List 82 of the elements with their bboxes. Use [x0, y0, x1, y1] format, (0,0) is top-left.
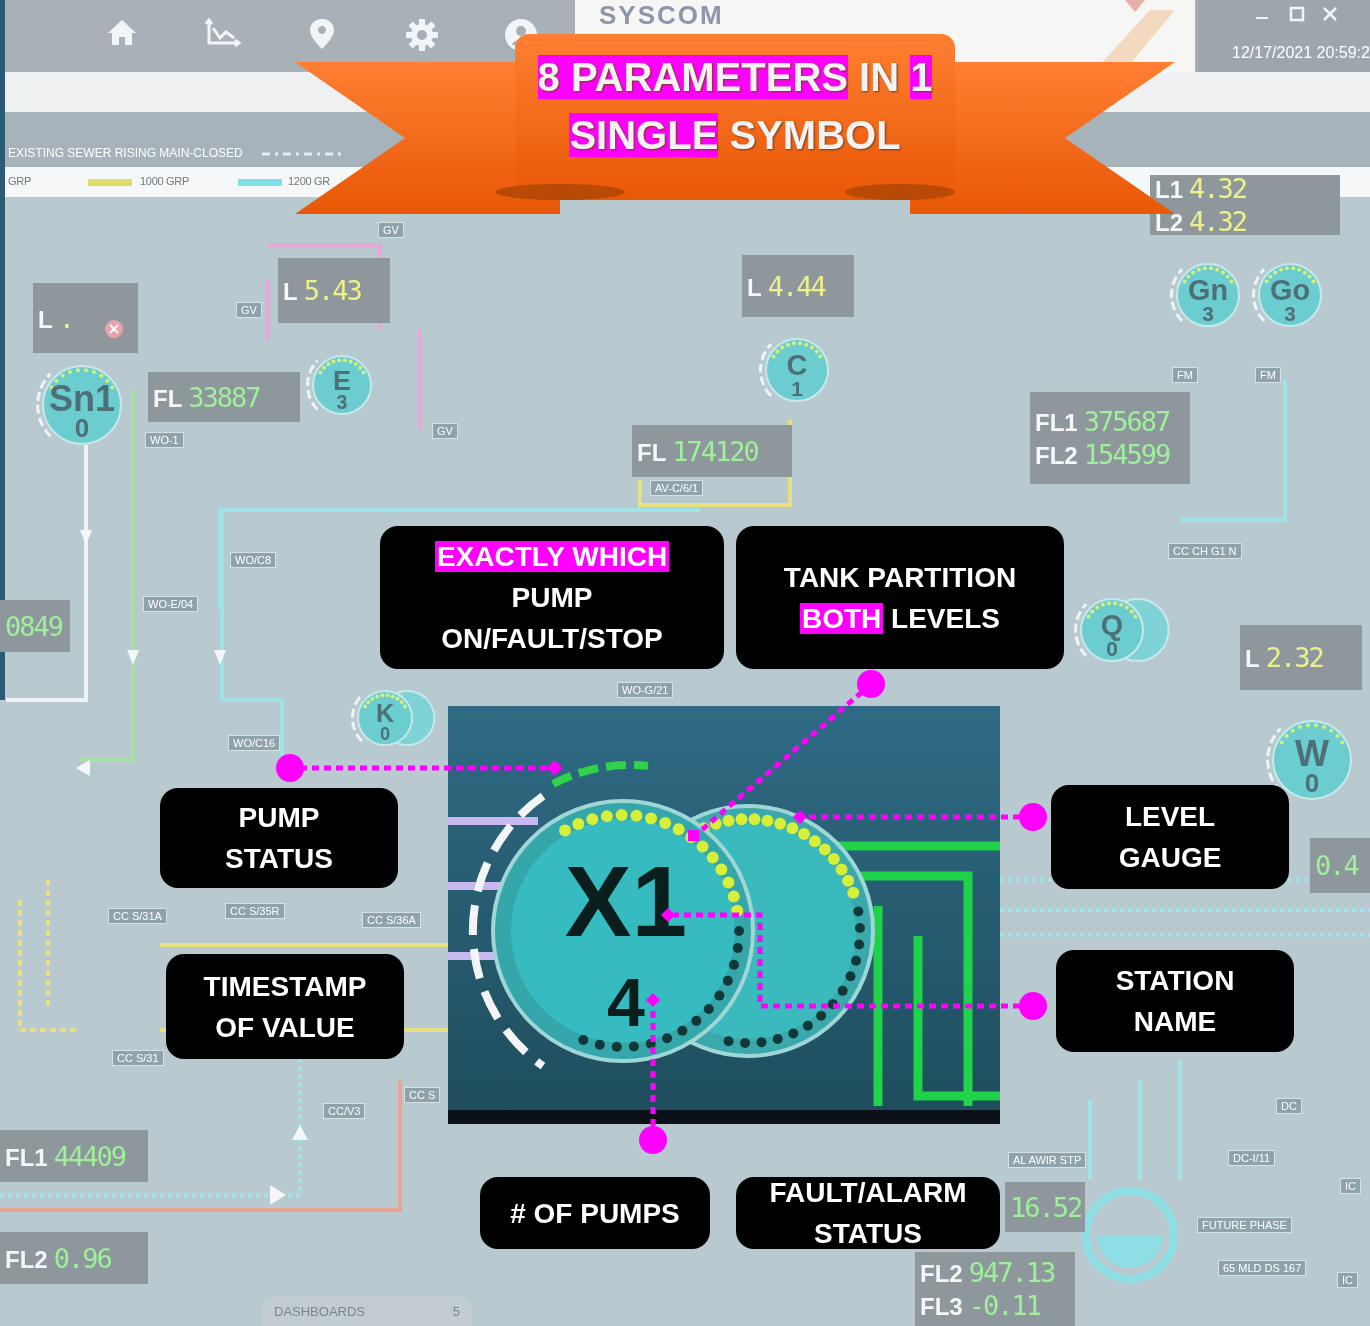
equipment-tag: IC [1337, 1272, 1358, 1288]
equipment-tag: CC S/35R [225, 903, 285, 919]
reading-value: 154599 [1083, 439, 1170, 470]
reading-value: -0.11 [968, 1290, 1040, 1321]
callout-label: TANK PARTITION BOTH LEVELS [736, 526, 1064, 669]
reading-label: L1 [1155, 176, 1183, 204]
equipment-tag: CC/V3 [323, 1103, 366, 1119]
company-logo-text: SYSCOM [599, 0, 724, 30]
reading-value: 4.32 [1189, 173, 1247, 204]
equipment-tag: IC [1340, 1178, 1361, 1194]
banner-title: 8 PARAMETERS IN 1 SINGLE SYMBOL [536, 54, 934, 159]
settings-icon[interactable] [405, 18, 439, 52]
equipment-tag: WO/C8 [230, 552, 277, 568]
reading-value: 375687 [1083, 406, 1170, 437]
legend-label: 1200 GR [288, 175, 330, 187]
dash-dot-line-icon [262, 151, 342, 157]
callout-label: TIMESTAMP OF VALUE [166, 954, 404, 1059]
equipment-tag: CC S/31 [112, 1050, 164, 1066]
pump-count-text: 4 [607, 964, 645, 1040]
legend-text: EXISTING SEWER RISING MAIN-CLOSED [8, 146, 243, 160]
equipment-tag: CC S/36A [362, 912, 421, 928]
equipment-tag: WO/C16 [228, 735, 281, 751]
equipment-tag: CC S [404, 1087, 441, 1103]
callout-label: PUMP STATUS [160, 788, 398, 888]
equipment-tag: GV [378, 222, 404, 238]
callout-label: # OF PUMPS [480, 1177, 710, 1249]
reading-label: L [747, 273, 762, 302]
equipment-tag: GV [432, 423, 458, 439]
alarm-icon [104, 319, 124, 339]
equipment-tag: 65 MLD DS 167 [1218, 1260, 1307, 1276]
reading-label: L [1245, 645, 1260, 673]
reading-label: FL1 [5, 1143, 48, 1172]
clock-text: 12/17/2021 20:59:2 [1232, 44, 1370, 62]
equipment-tag: FM [1172, 367, 1198, 383]
reading-label: FL [637, 438, 667, 467]
reading-value: . [58, 302, 73, 334]
reading-value: 174120 [672, 435, 758, 467]
reading-value: 4.32 [1189, 206, 1247, 237]
equipment-tag: WO-E/04 [143, 596, 199, 612]
callout-label: LEVEL GAUGE [1051, 785, 1289, 889]
equipment-tag: WO-G/21 [617, 682, 674, 698]
equipment-tag: CC S/31A [108, 908, 167, 924]
reading-label: L [38, 305, 53, 334]
reading-label: FL3 [920, 1293, 963, 1321]
equipment-tag: GV [236, 302, 262, 318]
reading-value: 0.96 [53, 1242, 111, 1274]
equipment-tag: FUTURE PHASE [1197, 1217, 1292, 1233]
equipment-tag: DC [1276, 1098, 1302, 1114]
equipment-tag: DC-I/11 [1228, 1150, 1276, 1166]
reading-value: 16.52 [1010, 1191, 1082, 1223]
reading-value: 4.44 [767, 270, 825, 302]
dashboards-tab[interactable]: DASHBOARDS 5 [262, 1296, 472, 1326]
reading-label: L [283, 278, 298, 306]
equipment-tag: FM [1255, 367, 1281, 383]
legend-label: 1000 GRP [140, 175, 189, 187]
home-icon[interactable] [106, 18, 138, 46]
equipment-tag: WO-1 [145, 432, 184, 448]
location-pin-icon[interactable] [308, 18, 336, 50]
reading-value: 0.4 [1315, 850, 1358, 881]
equipment-tag: AL AWIR STP [1008, 1152, 1087, 1168]
chart-icon[interactable] [204, 18, 242, 48]
reading-label: L2 [1155, 209, 1183, 237]
reading-value: 44409 [53, 1140, 125, 1172]
equipment-tag: CC CH G1 N [1168, 543, 1242, 559]
reading-value: 2.32 [1265, 642, 1323, 673]
reading-label: FL2 [1035, 442, 1078, 470]
equipment-tag: AV-C/6/1 [650, 480, 704, 496]
legend-label: GRP [8, 175, 31, 187]
reading-label: FL [153, 384, 183, 413]
reading-value: 5.43 [303, 275, 361, 306]
callout-label: EXACTLY WHICH PUMP ON/FAULT/STOP [380, 526, 724, 669]
reading-value: 33887 [188, 381, 260, 413]
maximize-icon[interactable] [1289, 6, 1305, 22]
station-name-text: X1 [564, 845, 688, 957]
reading-label: FL2 [920, 1260, 963, 1288]
callout-label: FAULT/ALARM STATUS [736, 1177, 1000, 1249]
reading-label: FL1 [1035, 409, 1078, 437]
close-icon[interactable] [1322, 6, 1338, 22]
reading-label: FL2 [5, 1245, 48, 1274]
reading-value: 947.13 [968, 1257, 1055, 1288]
reading-value: 0849 [5, 610, 63, 642]
callout-label: STATION NAME [1056, 950, 1294, 1052]
